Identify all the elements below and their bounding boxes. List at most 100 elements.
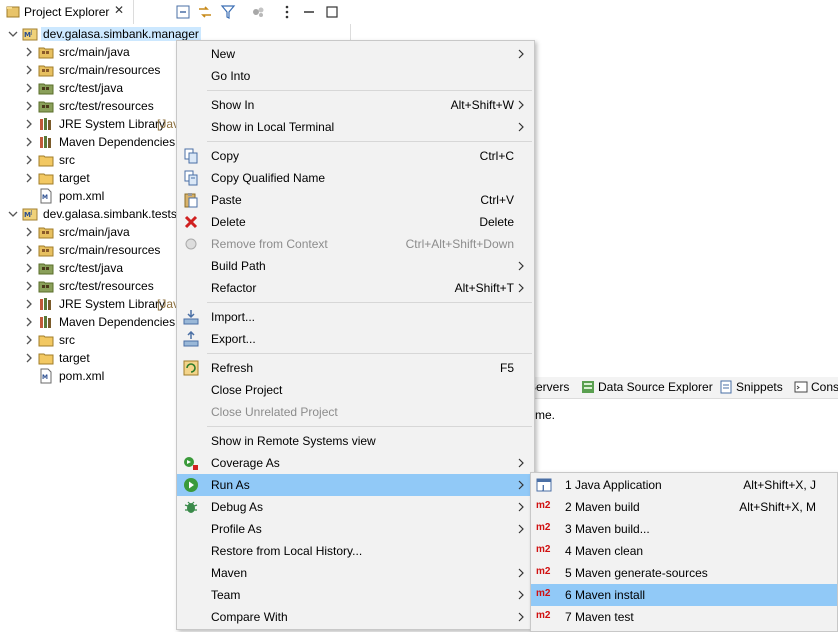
menu-item-label: Import... xyxy=(211,310,256,324)
chevron-right-icon[interactable] xyxy=(24,297,34,311)
chevron-right-icon[interactable] xyxy=(24,225,34,239)
menu-item-show-in-remote-systems-view[interactable]: Show in Remote Systems view xyxy=(177,430,534,452)
copy-qualified-icon xyxy=(184,170,198,186)
menu-item-label: New xyxy=(211,47,236,61)
menu-item-label: Maven xyxy=(211,566,248,580)
submenu-item-3-maven-build[interactable]: m2 3 Maven build... xyxy=(531,518,837,540)
menu-item-team[interactable]: Team xyxy=(177,584,534,606)
maven-m2-icon: m2 xyxy=(536,544,551,555)
tab-console[interactable]: Cons xyxy=(794,380,838,394)
java-application-icon: J xyxy=(536,478,552,492)
menu-item-maven[interactable]: Maven xyxy=(177,562,534,584)
menu-separator xyxy=(207,302,532,303)
submenu-item-2-maven-build[interactable]: m2 2 Maven build Alt+Shift+X, M xyxy=(531,496,837,518)
tree-item-label: pom.xml xyxy=(59,189,105,203)
tab-data-source-explorer[interactable]: Data Source Explorer xyxy=(581,380,713,394)
chevron-right-icon[interactable] xyxy=(24,333,34,347)
menu-item-delete[interactable]: Delete Delete xyxy=(177,211,534,233)
menu-item-show-in[interactable]: Show In Alt+Shift+W xyxy=(177,94,534,116)
tree-item-label: src/test/resources xyxy=(59,99,154,113)
menu-item-build-path[interactable]: Build Path xyxy=(177,255,534,277)
submenu-item-label: 5 Maven generate-sources xyxy=(565,566,708,580)
chevron-right-icon[interactable] xyxy=(24,243,34,257)
close-icon[interactable]: ✕ xyxy=(114,3,124,17)
svg-text:M: M xyxy=(42,374,48,381)
chevron-down-icon[interactable] xyxy=(8,27,18,41)
menu-item-copy-qualified-name[interactable]: Copy Qualified Name xyxy=(177,167,534,189)
chevron-right-icon[interactable] xyxy=(24,315,34,329)
menu-item-new[interactable]: New xyxy=(177,43,534,65)
svg-text:M: M xyxy=(24,211,31,219)
menu-item-copy[interactable]: Copy Ctrl+C xyxy=(177,145,534,167)
source-folder-icon xyxy=(38,47,54,59)
maven-project-icon: MJ xyxy=(22,28,38,41)
test-source-folder-icon xyxy=(38,263,54,275)
menu-item-go-into[interactable]: Go Into xyxy=(177,65,534,87)
chevron-right-icon[interactable] xyxy=(24,81,34,95)
tree-item-label: src/main/resources xyxy=(59,63,161,77)
delete-icon xyxy=(184,215,198,229)
submenu-arrow-icon xyxy=(518,590,524,600)
menu-item-paste[interactable]: Paste Ctrl+V xyxy=(177,189,534,211)
menu-item-label: Go Into xyxy=(211,69,251,83)
menu-item-debug-as[interactable]: Debug As xyxy=(177,496,534,518)
submenu-arrow-icon xyxy=(518,612,524,622)
chevron-right-icon[interactable] xyxy=(24,63,34,77)
chevron-right-icon[interactable] xyxy=(24,45,34,59)
submenu-arrow-icon xyxy=(518,49,524,59)
submenu-item-5-maven-generate-sources[interactable]: m2 5 Maven generate-sources xyxy=(531,562,837,584)
menu-item-refresh[interactable]: Refresh F5 xyxy=(177,357,534,379)
tab-project-explorer[interactable]: Project Explorer ✕ xyxy=(0,0,134,24)
menu-item-run-as[interactable]: Run As xyxy=(177,474,534,496)
chevron-right-icon[interactable] xyxy=(24,171,34,185)
chevron-right-icon[interactable] xyxy=(24,279,34,293)
menu-item-export[interactable]: Export... xyxy=(177,328,534,350)
submenu-item-label: 2 Maven build xyxy=(565,500,640,514)
submenu-arrow-icon xyxy=(518,122,524,132)
chevron-down-icon[interactable] xyxy=(8,207,18,221)
menu-item-show-in-local-terminal[interactable]: Show in Local Terminal xyxy=(177,116,534,138)
tree-item-label: src/main/resources xyxy=(59,243,161,257)
minimize-icon[interactable] xyxy=(301,4,317,20)
submenu-item-label: 4 Maven clean xyxy=(565,544,644,558)
menu-item-label: Close Unrelated Project xyxy=(211,405,338,419)
submenu-item-7-maven-test[interactable]: m2 7 Maven test xyxy=(531,606,837,628)
test-source-folder-icon xyxy=(38,101,54,113)
link-with-editor-icon[interactable] xyxy=(197,4,213,20)
submenu-item-1-java-application[interactable]: J 1 Java Application Alt+Shift+X, J xyxy=(531,474,837,496)
chevron-right-icon[interactable] xyxy=(24,117,34,131)
submenu-item-6-maven-install[interactable]: m2 6 Maven install xyxy=(531,584,837,606)
menu-item-restore-from-local-history[interactable]: Restore from Local History... xyxy=(177,540,534,562)
library-icon xyxy=(40,316,51,328)
maximize-icon[interactable] xyxy=(324,4,340,20)
menu-item-import[interactable]: Import... xyxy=(177,306,534,328)
tree-item-label: dev.galasa.simbank.manager xyxy=(41,27,201,41)
chevron-right-icon[interactable] xyxy=(24,261,34,275)
menu-item-close-project[interactable]: Close Project xyxy=(177,379,534,401)
menu-separator xyxy=(207,90,532,91)
menu-item-label: Refresh xyxy=(211,361,254,375)
menu-item-label: Debug As xyxy=(211,500,264,514)
chevron-right-icon[interactable] xyxy=(24,99,34,113)
menu-item-label: Run As xyxy=(211,478,250,492)
chevron-right-icon[interactable] xyxy=(24,351,34,365)
chevron-right-icon[interactable] xyxy=(24,135,34,149)
menu-item-profile-as[interactable]: Profile As xyxy=(177,518,534,540)
snippets-icon xyxy=(720,380,732,394)
focus-task-icon[interactable] xyxy=(250,4,266,20)
tab-snippets[interactable]: Snippets xyxy=(719,380,783,394)
view-menu-icon[interactable] xyxy=(279,4,295,20)
menu-item-compare-with[interactable]: Compare With xyxy=(177,606,534,628)
menu-separator xyxy=(207,426,532,427)
folder-icon xyxy=(38,353,54,365)
collapse-all-icon[interactable] xyxy=(175,4,191,20)
coverage-icon xyxy=(184,457,198,470)
library-icon xyxy=(40,118,51,130)
chevron-right-icon[interactable] xyxy=(24,153,34,167)
paste-icon xyxy=(184,193,198,208)
menu-item-refactor[interactable]: Refactor Alt+Shift+T xyxy=(177,277,534,299)
submenu-item-4-maven-clean[interactable]: m2 4 Maven clean xyxy=(531,540,837,562)
submenu-arrow-icon xyxy=(518,502,524,512)
menu-item-coverage-as[interactable]: Coverage As xyxy=(177,452,534,474)
filter-icon[interactable] xyxy=(220,4,236,20)
